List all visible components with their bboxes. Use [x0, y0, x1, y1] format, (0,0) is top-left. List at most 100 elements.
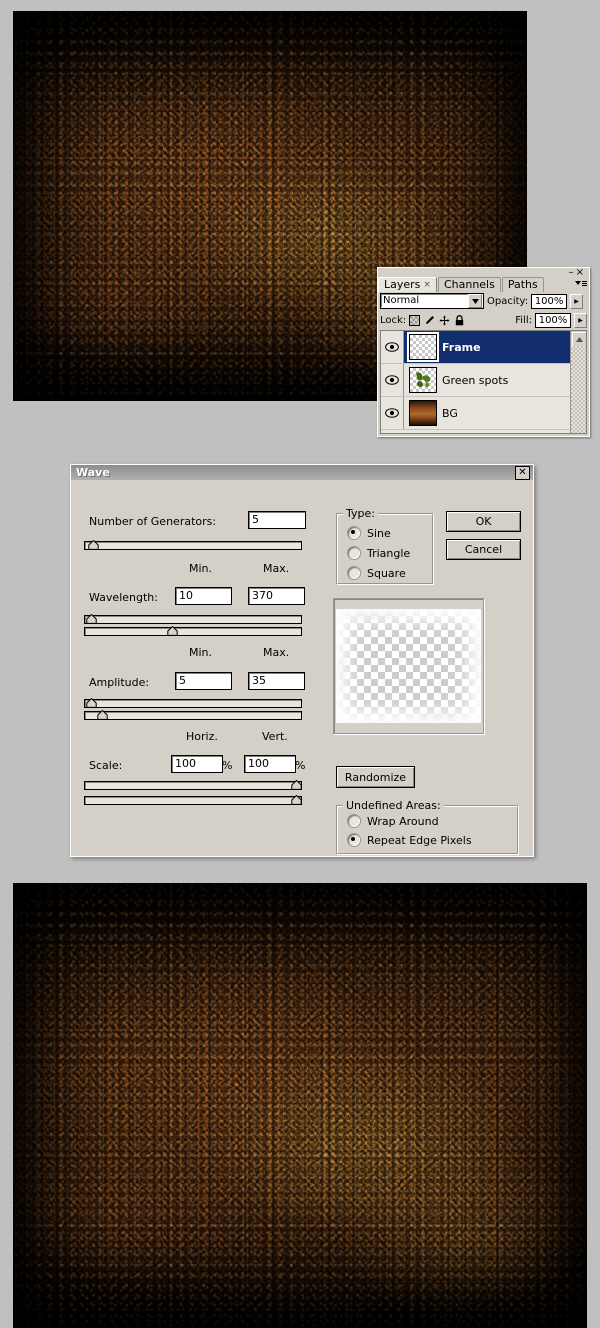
- slider-track[interactable]: [84, 711, 302, 720]
- layer-thumbnail[interactable]: [409, 334, 437, 360]
- scroll-up-button[interactable]: [572, 332, 587, 347]
- layer-name-bg: BG: [442, 407, 458, 420]
- bg-thumb-art: [410, 401, 436, 425]
- scale-horiz-input[interactable]: 100: [171, 755, 223, 773]
- close-icon[interactable]: ×: [576, 267, 586, 278]
- radio-square[interactable]: Square: [347, 566, 406, 580]
- layer-visibility-toggle[interactable]: [381, 364, 404, 396]
- slider-thumb[interactable]: [291, 795, 302, 805]
- tab-layers[interactable]: Layers ×: [378, 277, 437, 292]
- texture-vignette: [13, 883, 587, 1328]
- layers-panel-window-buttons[interactable]: –×: [569, 268, 586, 278]
- slider-track[interactable]: [84, 627, 302, 636]
- lock-image-pixels-icon[interactable]: [424, 315, 435, 326]
- slider-thumb[interactable]: [167, 626, 178, 636]
- amplitude-min-input[interactable]: 5: [175, 672, 232, 690]
- layer-name-frame: Frame: [442, 341, 481, 354]
- scale-label: Scale:: [89, 759, 122, 772]
- wavelength-min-slider[interactable]: [84, 614, 302, 623]
- amplitude-min-slider[interactable]: [84, 698, 302, 707]
- layer-thumbnail[interactable]: [409, 367, 437, 393]
- radio-button[interactable]: [347, 546, 361, 560]
- wavelength-max-header: Max.: [263, 562, 289, 575]
- lock-fill-row[interactable]: Lock: Fill: 100% ▶: [380, 311, 587, 329]
- wavelength-max-input[interactable]: 370: [248, 587, 305, 605]
- tab-close-icon[interactable]: ×: [423, 278, 431, 292]
- layer-row-frame[interactable]: Frame: [381, 331, 586, 364]
- slider-thumb[interactable]: [97, 710, 108, 720]
- cancel-button-label: Cancel: [465, 543, 502, 556]
- radio-button[interactable]: [347, 833, 361, 847]
- undefined-areas-group: Undefined Areas: Wrap Around Repeat Edge…: [336, 805, 519, 855]
- lock-all-icon[interactable]: [454, 315, 465, 326]
- lock-position-icon[interactable]: [439, 315, 450, 326]
- scale-vert-slider[interactable]: [84, 795, 302, 804]
- radio-sine[interactable]: Sine: [347, 526, 391, 540]
- slider-thumb[interactable]: [291, 780, 302, 790]
- slider-track[interactable]: [84, 541, 302, 550]
- chevron-down-icon[interactable]: [468, 294, 482, 308]
- amplitude-max-input[interactable]: 35: [248, 672, 305, 690]
- cancel-button[interactable]: Cancel: [446, 539, 521, 560]
- tab-channels-label: Channels: [444, 278, 495, 292]
- scale-vert-input[interactable]: 100: [244, 755, 296, 773]
- radio-button[interactable]: [347, 526, 361, 540]
- wavelength-min-input[interactable]: 10: [175, 587, 232, 605]
- slider-track[interactable]: [84, 615, 302, 624]
- minimize-icon[interactable]: –: [569, 267, 576, 278]
- slider-track[interactable]: [84, 781, 302, 790]
- fill-input[interactable]: 100%: [535, 313, 571, 328]
- generators-slider[interactable]: [84, 540, 302, 549]
- layer-visibility-toggle[interactable]: [381, 331, 404, 363]
- eye-icon[interactable]: [385, 375, 399, 385]
- scale-horiz-slider[interactable]: [84, 780, 302, 789]
- layers-panel-tabs[interactable]: Layers × Channels Paths: [378, 276, 545, 292]
- layer-list-scrollbar[interactable]: [570, 331, 586, 433]
- fill-slider-arrow-icon[interactable]: ▶: [574, 313, 587, 328]
- slider-thumb[interactable]: [88, 540, 99, 550]
- opacity-slider-arrow-icon[interactable]: ▶: [570, 294, 583, 309]
- slider-track[interactable]: [84, 699, 302, 708]
- eye-icon[interactable]: [385, 408, 399, 418]
- amplitude-max-slider[interactable]: [84, 710, 302, 719]
- randomize-button[interactable]: Randomize: [336, 766, 415, 788]
- radio-triangle[interactable]: Triangle: [347, 546, 410, 560]
- scrollbar-track[interactable]: [571, 346, 586, 433]
- slider-track[interactable]: [84, 796, 302, 805]
- radio-triangle-label: Triangle: [367, 547, 410, 560]
- radio-button[interactable]: [347, 814, 361, 828]
- layer-list[interactable]: Frame Green spots: [380, 330, 587, 434]
- lock-label: Lock:: [380, 315, 406, 326]
- blend-opacity-row[interactable]: Normal Opacity: 100% ▶: [380, 292, 587, 310]
- panel-menu-icon[interactable]: [573, 279, 587, 291]
- ok-button[interactable]: OK: [446, 511, 521, 532]
- wave-preview-canvas[interactable]: [336, 609, 481, 723]
- close-icon[interactable]: ✕: [515, 466, 530, 480]
- opacity-input[interactable]: 100%: [531, 294, 567, 309]
- tab-paths[interactable]: Paths: [502, 277, 544, 292]
- radio-repeat-edge-pixels[interactable]: Repeat Edge Pixels: [347, 833, 472, 847]
- radio-wrap-around[interactable]: Wrap Around: [347, 814, 439, 828]
- slider-thumb[interactable]: [86, 698, 97, 708]
- eye-icon[interactable]: [385, 342, 399, 352]
- generators-input[interactable]: 5: [248, 511, 306, 529]
- wave-preview[interactable]: [333, 598, 484, 734]
- tab-channels[interactable]: Channels: [438, 277, 501, 292]
- lock-icons[interactable]: [409, 315, 465, 326]
- scale-vert-header: Vert.: [262, 730, 288, 743]
- layer-visibility-toggle[interactable]: [381, 397, 404, 429]
- layer-row-green-spots[interactable]: Green spots: [381, 364, 586, 397]
- slider-thumb[interactable]: [86, 614, 97, 624]
- slider-thumb-glyph: [88, 540, 99, 550]
- layers-panel[interactable]: –× Layers × Channels Paths Normal Op: [377, 267, 590, 437]
- opacity-label: Opacity:: [487, 296, 528, 307]
- blend-mode-select[interactable]: Normal: [380, 293, 484, 309]
- layer-row-bg[interactable]: BG: [381, 397, 586, 430]
- layer-thumbnail[interactable]: [409, 400, 437, 426]
- lock-transparent-pixels-icon[interactable]: [409, 315, 420, 326]
- wave-preview-white-frame: [336, 609, 481, 723]
- wave-dialog-titlebar[interactable]: Wave ✕: [71, 465, 533, 480]
- radio-button[interactable]: [347, 566, 361, 580]
- scale-horiz-percent: %: [222, 759, 232, 772]
- wavelength-max-slider[interactable]: [84, 626, 302, 635]
